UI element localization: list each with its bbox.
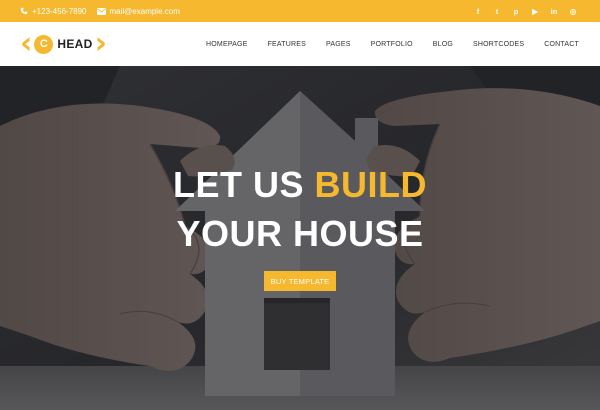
hero-headline-line1: LET US BUILD [0, 164, 600, 206]
email-address: mail@example.com [109, 6, 180, 16]
hero-headline-line2: YOUR HOUSE [176, 213, 424, 254]
phone-contact[interactable]: +123-456-7890 [20, 7, 87, 16]
buy-template-button[interactable]: BUY TEMPLATE [264, 271, 336, 291]
logo-badge: C [34, 34, 54, 54]
nav-item-homepage[interactable]: HOMEPAGE [206, 41, 248, 48]
youtube-icon[interactable]: ▶ [530, 7, 540, 16]
main-menu: HOMEPAGE FEATURES PAGES PORTFOLIO BLOG S… [186, 22, 579, 66]
hero-headline-accent: BUILD [314, 164, 428, 205]
top-contact-bar: +123-456-7890 mail@example.com f t p ▶ i… [0, 0, 600, 22]
site-logo[interactable]: ‹ C HEAD › [20, 26, 107, 61]
chevron-right-icon: › [94, 26, 107, 61]
nav-item-pages[interactable]: PAGES [326, 41, 351, 48]
hero-section: LET US BUILD YOUR HOUSE BUY TEMPLATE [0, 66, 600, 410]
envelope-icon [96, 7, 106, 15]
phone-icon [20, 7, 28, 15]
main-navbar: ‹ C HEAD › HOMEPAGE FEATURES PAGES PORTF… [0, 22, 600, 66]
hero-headline-text: LET US [172, 164, 304, 205]
twitter-icon[interactable]: t [492, 7, 502, 16]
contact-info: +123-456-7890 mail@example.com [20, 0, 190, 22]
nav-item-contact[interactable]: CONTACT [544, 41, 579, 48]
nav-item-blog[interactable]: BLOG [433, 41, 453, 48]
pinterest-icon[interactable]: p [511, 7, 521, 16]
nav-item-portfolio[interactable]: PORTFOLIO [371, 41, 413, 48]
email-contact[interactable]: mail@example.com [96, 6, 180, 16]
linkedin-icon[interactable]: in [549, 7, 559, 16]
nav-item-shortcodes[interactable]: SHORTCODES [473, 41, 524, 48]
logo-text: HEAD [57, 37, 93, 51]
dribbble-icon[interactable]: ◎ [568, 7, 578, 16]
chevron-left-icon: ‹ [20, 26, 33, 61]
facebook-icon[interactable]: f [473, 7, 483, 16]
social-links: f t p ▶ in ◎ [464, 0, 578, 22]
nav-item-features[interactable]: FEATURES [268, 41, 306, 48]
phone-number: +123-456-7890 [32, 6, 87, 16]
